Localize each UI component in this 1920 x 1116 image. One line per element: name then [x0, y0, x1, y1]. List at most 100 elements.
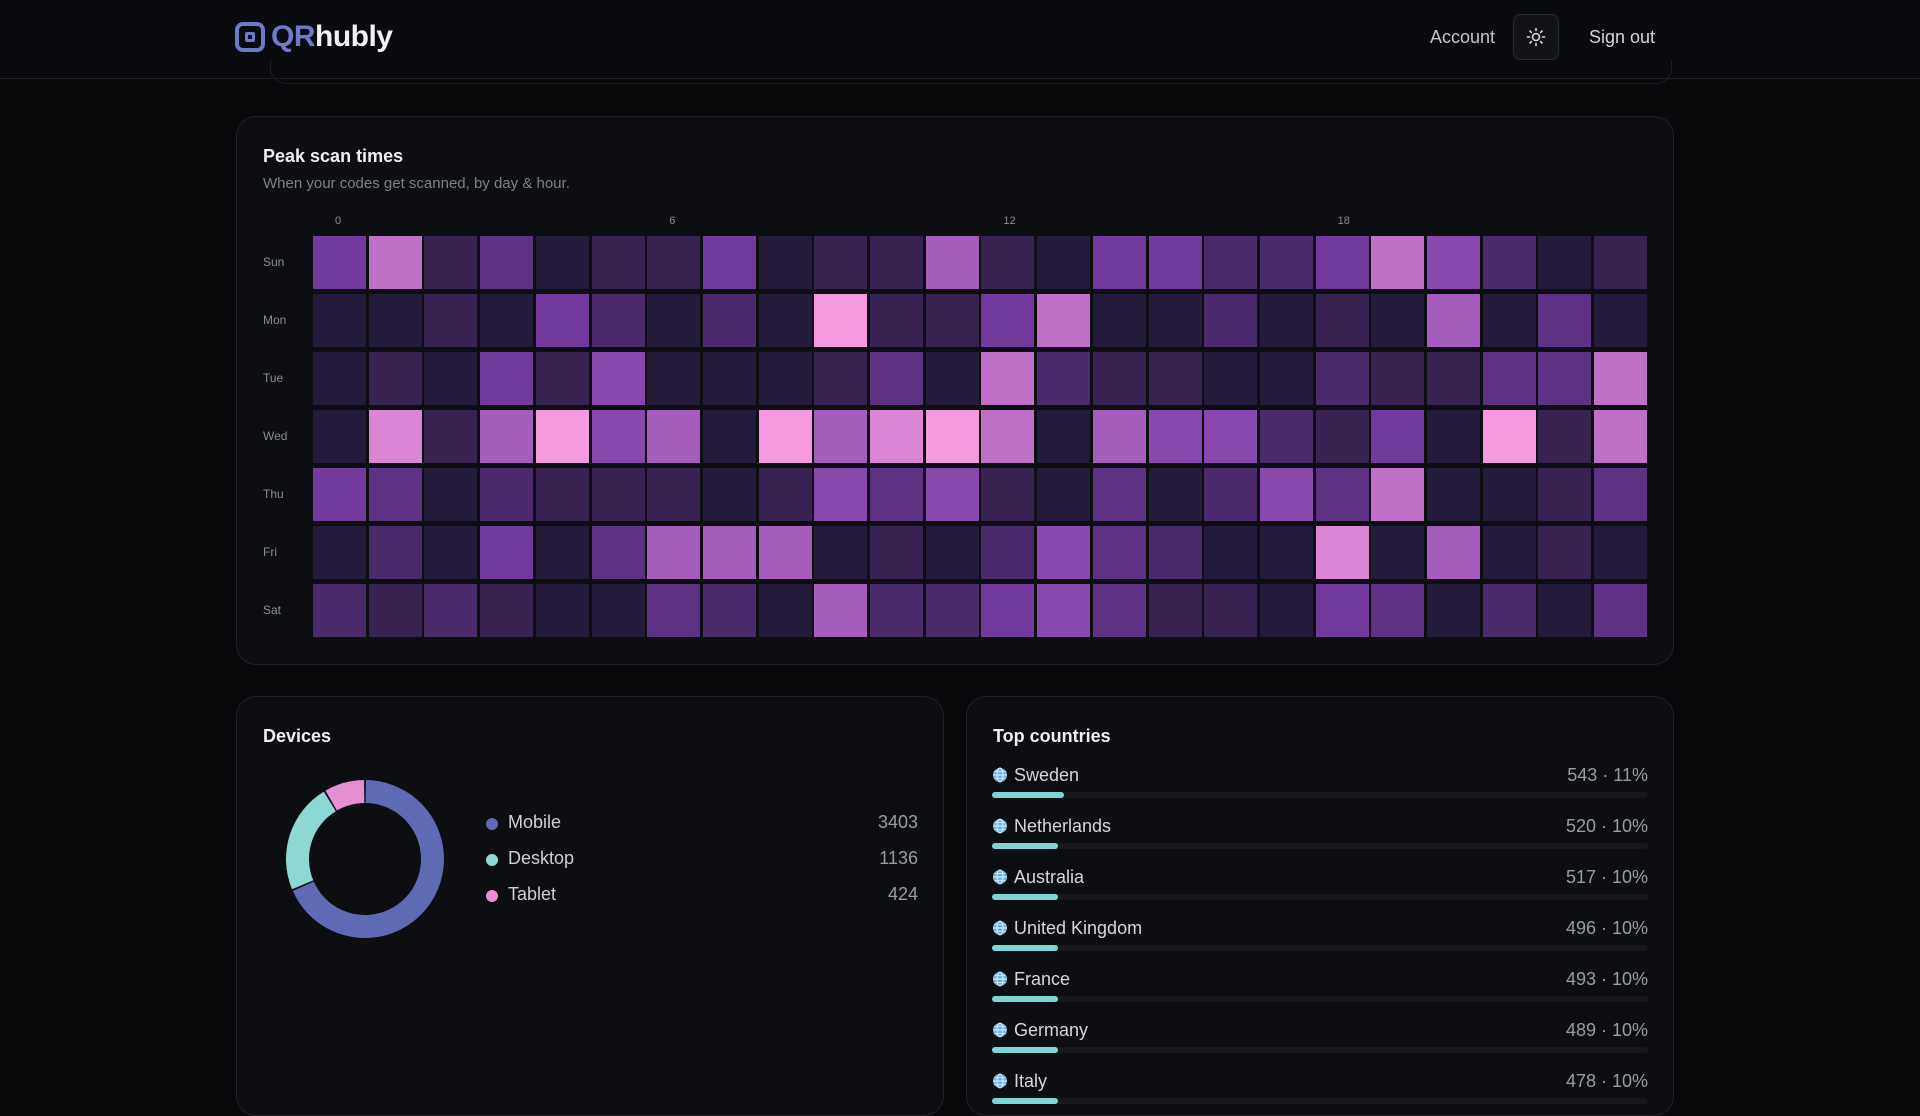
heatmap-cell[interactable] [758, 352, 812, 405]
heatmap-cell[interactable] [1538, 236, 1592, 289]
heatmap-cell[interactable] [814, 584, 868, 637]
heatmap-cell[interactable] [1594, 352, 1648, 405]
heatmap-cell[interactable] [1538, 526, 1592, 579]
heatmap-cell[interactable] [702, 468, 756, 521]
heatmap-cell[interactable] [870, 294, 923, 347]
heatmap-cell[interactable] [1594, 294, 1648, 347]
heatmap-cell[interactable] [591, 584, 645, 637]
heatmap-cell[interactable] [870, 410, 923, 463]
heatmap-cell[interactable] [647, 294, 701, 347]
heatmap-cell[interactable] [1259, 410, 1313, 463]
heatmap-cell[interactable] [1594, 526, 1648, 579]
heatmap-cell[interactable] [758, 236, 812, 289]
heatmap-cell[interactable] [702, 236, 756, 289]
heatmap-cell[interactable] [480, 584, 534, 637]
heatmap-cell[interactable] [424, 584, 478, 637]
heatmap-cell[interactable] [702, 352, 756, 405]
heatmap-cell[interactable] [1371, 294, 1425, 347]
heatmap-cell[interactable] [647, 410, 701, 463]
heatmap-cell[interactable] [1037, 294, 1091, 347]
heatmap-cell[interactable] [1037, 352, 1091, 405]
heatmap-cell[interactable] [424, 410, 478, 463]
heatmap-cell[interactable] [870, 352, 923, 405]
heatmap-cell[interactable] [925, 294, 979, 347]
heatmap-cell[interactable] [1315, 236, 1369, 289]
heatmap-cell[interactable] [870, 236, 923, 289]
heatmap-cell[interactable] [1538, 352, 1592, 405]
heatmap-cell[interactable] [424, 526, 478, 579]
heatmap-cell[interactable] [1204, 294, 1258, 347]
heatmap-cell[interactable] [313, 468, 366, 521]
heatmap-cell[interactable] [591, 294, 645, 347]
heatmap-cell[interactable] [1594, 468, 1648, 521]
heatmap-cell[interactable] [925, 352, 979, 405]
heatmap-cell[interactable] [1371, 352, 1425, 405]
heatmap-cell[interactable] [814, 294, 868, 347]
heatmap-cell[interactable] [1538, 584, 1592, 637]
heatmap-cell[interactable] [1259, 294, 1313, 347]
heatmap-cell[interactable] [870, 584, 923, 637]
heatmap-cell[interactable] [1037, 410, 1091, 463]
logo[interactable]: QRhubly [235, 18, 393, 56]
heatmap-cell[interactable] [535, 468, 589, 521]
sign-out-link[interactable]: Sign out [1589, 27, 1655, 48]
heatmap-cell[interactable] [1092, 236, 1146, 289]
heatmap-cell[interactable] [647, 584, 701, 637]
heatmap-cell[interactable] [1037, 236, 1091, 289]
heatmap-cell[interactable] [1482, 236, 1536, 289]
heatmap-cell[interactable] [424, 236, 478, 289]
theme-toggle-button[interactable] [1513, 14, 1559, 60]
heatmap-cell[interactable] [424, 468, 478, 521]
heatmap-cell[interactable] [1148, 294, 1202, 347]
heatmap-cell[interactable] [1148, 468, 1202, 521]
heatmap-cell[interactable] [981, 236, 1035, 289]
heatmap-cell[interactable] [1315, 526, 1369, 579]
heatmap-cell[interactable] [591, 526, 645, 579]
heatmap-cell[interactable] [1538, 294, 1592, 347]
heatmap-cell[interactable] [814, 468, 868, 521]
heatmap-cell[interactable] [925, 584, 979, 637]
heatmap-cell[interactable] [1594, 410, 1648, 463]
heatmap-cell[interactable] [480, 410, 534, 463]
heatmap-cell[interactable] [480, 468, 534, 521]
heatmap-cell[interactable] [535, 526, 589, 579]
heatmap-cell[interactable] [925, 236, 979, 289]
heatmap-cell[interactable] [1427, 352, 1480, 405]
heatmap-cell[interactable] [368, 584, 422, 637]
heatmap-cell[interactable] [758, 526, 812, 579]
heatmap-cell[interactable] [702, 410, 756, 463]
heatmap-cell[interactable] [313, 410, 366, 463]
heatmap-cell[interactable] [480, 352, 534, 405]
heatmap-cell[interactable] [1482, 468, 1536, 521]
heatmap-cell[interactable] [1148, 584, 1202, 637]
heatmap-cell[interactable] [981, 468, 1035, 521]
heatmap-cell[interactable] [1427, 584, 1480, 637]
heatmap-cell[interactable] [480, 236, 534, 289]
heatmap-cell[interactable] [535, 410, 589, 463]
heatmap-cell[interactable] [647, 526, 701, 579]
heatmap-cell[interactable] [981, 294, 1035, 347]
heatmap-cell[interactable] [313, 526, 366, 579]
heatmap-cell[interactable] [591, 410, 645, 463]
heatmap-cell[interactable] [535, 294, 589, 347]
heatmap-cell[interactable] [1092, 468, 1146, 521]
heatmap-cell[interactable] [1594, 584, 1648, 637]
heatmap-cell[interactable] [647, 468, 701, 521]
heatmap-cell[interactable] [1315, 410, 1369, 463]
heatmap-cell[interactable] [702, 584, 756, 637]
heatmap-cell[interactable] [870, 526, 923, 579]
heatmap-cell[interactable] [702, 294, 756, 347]
heatmap-cell[interactable] [368, 526, 422, 579]
heatmap-cell[interactable] [480, 526, 534, 579]
heatmap-cell[interactable] [591, 352, 645, 405]
heatmap-cell[interactable] [1092, 584, 1146, 637]
heatmap-cell[interactable] [981, 410, 1035, 463]
heatmap-cell[interactable] [1482, 526, 1536, 579]
heatmap-cell[interactable] [1259, 352, 1313, 405]
heatmap-cell[interactable] [1148, 526, 1202, 579]
heatmap-cell[interactable] [1204, 584, 1258, 637]
heatmap-cell[interactable] [1427, 236, 1480, 289]
heatmap-cell[interactable] [1538, 410, 1592, 463]
heatmap-cell[interactable] [1204, 526, 1258, 579]
heatmap-cell[interactable] [1594, 236, 1648, 289]
